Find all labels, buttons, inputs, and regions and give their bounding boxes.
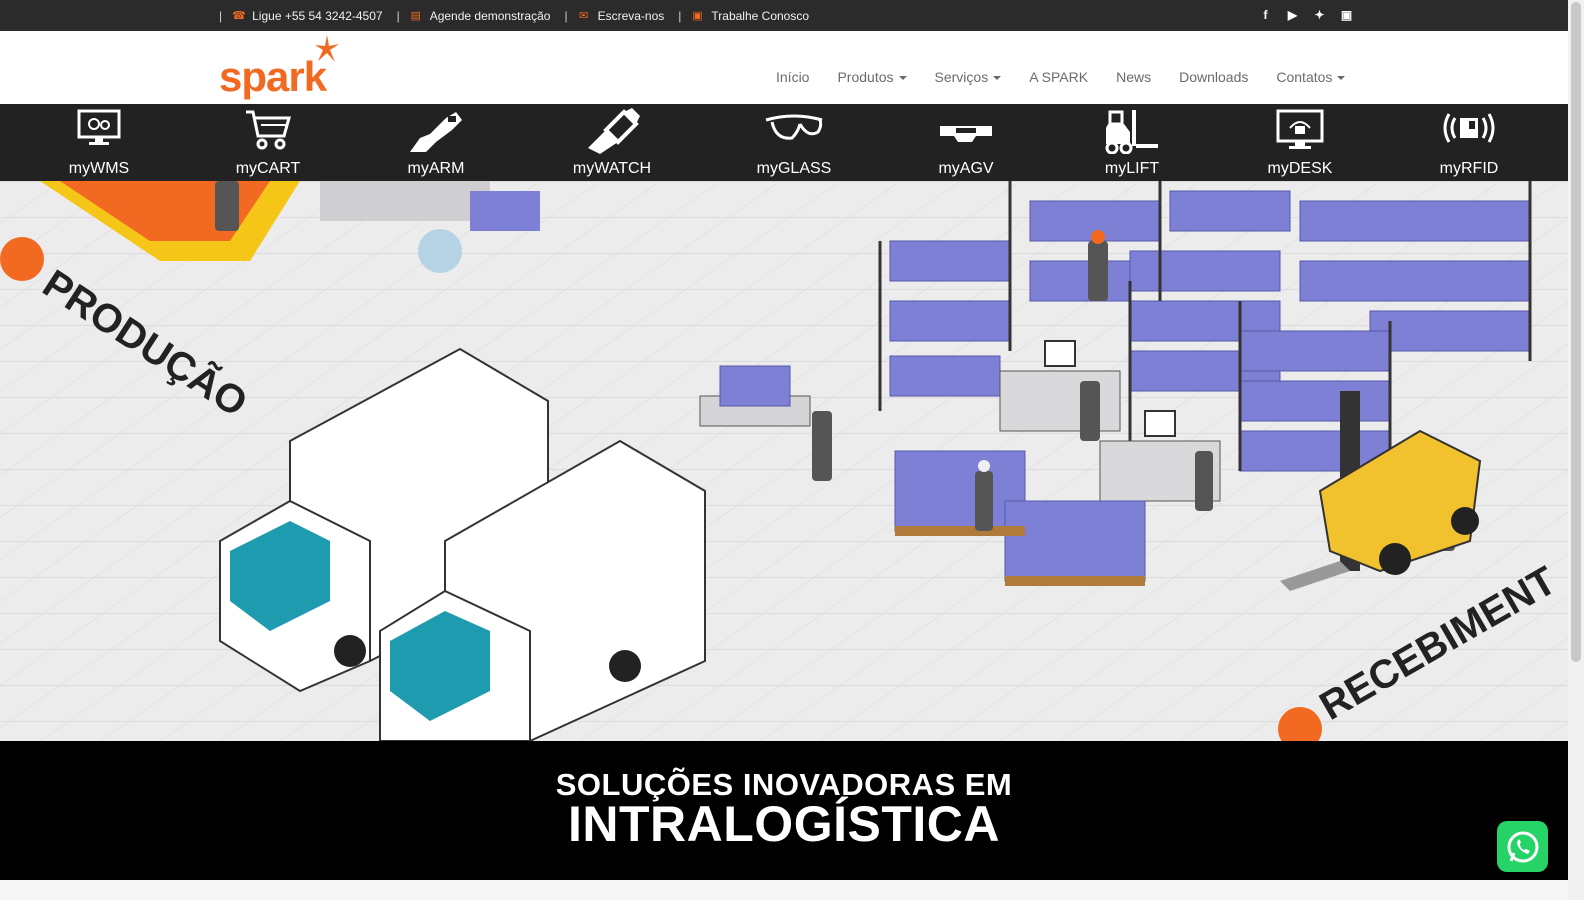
top-contact-bar: | ☎ Ligue +55 54 3242-4507 | ▤ Agende de… — [0, 0, 1584, 31]
vertical-scrollbar[interactable] — [1568, 0, 1584, 900]
product-mylift[interactable]: myLIFT — [1072, 104, 1192, 181]
site-header: spark Início Produtos Serviços A SPARK N… — [0, 31, 1568, 104]
phone-link[interactable]: | ☎ Ligue +55 54 3242-4507 — [219, 9, 383, 23]
page-bottom — [0, 880, 1568, 900]
forklift-icon — [1105, 110, 1158, 154]
product-mydesk[interactable]: myDESK — [1240, 104, 1360, 181]
desk-monitor-icon — [1276, 109, 1324, 149]
caret-down-icon — [1337, 76, 1346, 80]
agv-icon — [940, 126, 992, 142]
smart-glasses-icon — [765, 114, 823, 140]
demo-link[interactable]: | ▤ Agende demonstração — [397, 9, 551, 23]
product-mywms[interactable]: myWMS — [39, 104, 159, 181]
caret-down-icon — [898, 76, 907, 80]
tagline-line2: INTRALOGÍSTICA — [568, 796, 1000, 852]
product-myglass[interactable]: myGLASS — [734, 104, 854, 181]
nav-produtos[interactable]: Produtos — [823, 69, 920, 85]
facebook-icon[interactable]: f — [1258, 7, 1273, 23]
tagline-banner: SOLUÇÕES INOVADORAS EM INTRALOGÍSTICA — [0, 741, 1568, 880]
cart-icon — [246, 110, 291, 150]
envelope-icon: ✉ — [578, 10, 589, 22]
email-link[interactable]: | ✉ Escreva-nos — [564, 9, 664, 23]
logo-star-icon — [315, 35, 339, 62]
rfid-icon — [1443, 113, 1495, 143]
briefcase-icon: ▣ — [692, 10, 703, 22]
smartwatch-icon — [588, 108, 640, 154]
product-myagv[interactable]: myAGV — [906, 104, 1026, 181]
nav-contatos[interactable]: Contatos — [1262, 69, 1359, 85]
social-links: f ▶ ✦ ▣ — [1258, 7, 1354, 23]
instagram-icon[interactable]: ▣ — [1339, 7, 1354, 23]
monitor-gears-icon — [77, 109, 121, 145]
nav-inicio[interactable]: Início — [762, 69, 823, 85]
calendar-icon: ▤ — [410, 10, 421, 22]
whatsapp-icon — [1507, 831, 1538, 862]
product-mywatch[interactable]: myWATCH — [552, 104, 672, 181]
whatsapp-button[interactable] — [1497, 821, 1548, 872]
nav-servicos[interactable]: Serviços — [921, 69, 1016, 85]
warehouse-illustration: PRODUÇÃO RECEBIMENT — [0, 181, 1568, 741]
scrollbar-thumb[interactable] — [1571, 2, 1581, 662]
nav-news[interactable]: News — [1102, 69, 1165, 85]
product-mycart[interactable]: myCART — [208, 104, 328, 181]
nav-downloads[interactable]: Downloads — [1165, 69, 1262, 85]
contact-links: | ☎ Ligue +55 54 3242-4507 | ▤ Agende de… — [219, 0, 823, 31]
careers-link[interactable]: | ▣ Trabalhe Conosco — [678, 9, 809, 23]
youtube-icon[interactable]: ▶ — [1285, 7, 1300, 23]
hero-illustration: PRODUÇÃO RECEBIMENT — [0, 181, 1568, 741]
robot-arm-icon — [410, 112, 462, 152]
product-myrfid[interactable]: myRFID — [1409, 104, 1529, 181]
spark-logo[interactable]: spark — [219, 35, 344, 100]
twitter-icon[interactable]: ✦ — [1312, 7, 1327, 23]
product-bar: myWMS myCART myARM myWATCH myGLASS myAGV… — [0, 104, 1568, 181]
phone-icon: ☎ — [232, 10, 246, 22]
main-nav: Início Produtos Serviços A SPARK News Do… — [762, 69, 1359, 85]
nav-a-spark[interactable]: A SPARK — [1015, 69, 1102, 85]
caret-down-icon — [993, 76, 1002, 80]
product-myarm[interactable]: myARM — [376, 104, 496, 181]
